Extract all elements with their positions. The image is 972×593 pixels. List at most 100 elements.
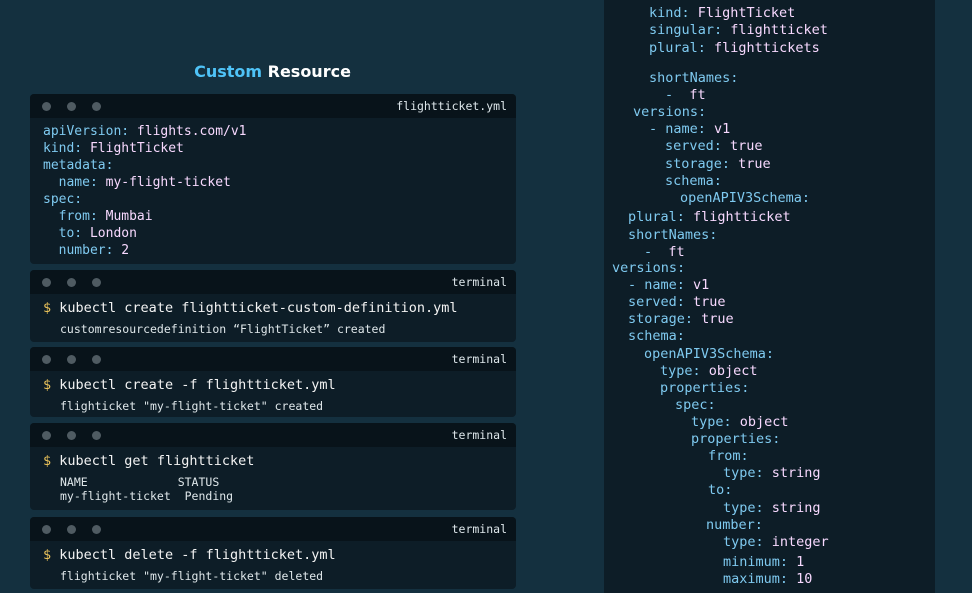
window-maximize-dot[interactable] [92,431,101,440]
crd-line: openAPIV3Schema: [644,346,774,363]
yaml-value: flights.com/v1 [136,124,247,139]
terminal-output-row: my-flight-ticket Pending [60,489,234,503]
prompt-symbol: $ [43,453,52,469]
yaml-key: metadata: [43,158,114,173]
window-minimize-dot[interactable] [67,525,76,534]
crd-key: - name: [628,277,685,293]
terminal-command-line[interactable]: $ kubectl get flightticket [30,447,516,471]
terminal-titlebar: terminal [30,270,516,294]
prompt-symbol: $ [43,547,52,563]
crd-line: number: [706,517,763,534]
crd-value: flighttickets [714,40,820,56]
terminal-title: terminal [451,428,507,442]
crd-key: schema: [665,173,722,189]
crd-key: type: [660,363,701,379]
window-maximize-dot[interactable] [92,102,101,111]
yaml-value: FlightTicket [89,141,184,156]
crd-key: shortNames: [628,227,718,243]
prompt-symbol: $ [43,377,52,393]
terminal-command-line[interactable]: $ kubectl create -f flightticket.yml [30,371,516,395]
terminal-titlebar: terminal [30,347,516,371]
yaml-code-block: apiVersion: flights.com/v1 kind: FlightTi… [30,118,516,259]
yaml-key: name: [58,175,98,190]
crd-line: schema: [628,328,685,345]
yaml-key: number: [58,243,114,258]
crd-value: string [771,465,821,481]
yaml-key: apiVersion: [43,124,130,139]
terminal-output: customresourcedefinition “FlightTicket” … [60,322,386,336]
terminal-titlebar: terminal [30,423,516,447]
yaml-value: 2 [121,243,130,258]
crd-key: from: [708,448,749,464]
crd-key: type: [723,534,764,550]
window-close-dot[interactable] [42,102,51,111]
crd-line: - ft [644,244,685,261]
crd-line: schema: [665,173,722,190]
crd-line: type: string [723,500,821,517]
terminal-output: flighticket "my-flight-ticket" deleted [60,569,324,583]
yaml-line: spec: [43,191,516,208]
crd-line: plural: flightticket [628,209,791,226]
window-minimize-dot[interactable] [67,102,76,111]
window-minimize-dot[interactable] [67,431,76,440]
crd-key: versions: [633,104,707,120]
terminal-command-line[interactable]: $ kubectl create flightticket-custom-def… [30,294,516,318]
page-title-rest: Resource [262,62,351,81]
terminal-titlebar: terminal [30,517,516,541]
yaml-file-window: flightticket.yml apiVersion: flights.com… [30,94,516,264]
crd-value: v1 [714,121,731,137]
window-close-dot[interactable] [42,355,51,364]
yaml-line: to: London [43,225,516,242]
crd-line: versions: [633,104,706,121]
yaml-line: number: 2 [43,242,516,259]
crd-key: type: [691,414,732,430]
terminal-output: flighticket "my-flight-ticket" created [60,399,324,413]
crd-key: openAPIV3Schema: [644,346,775,362]
yaml-key: kind: [43,141,83,156]
terminal-title: terminal [451,352,507,366]
crd-key: properties: [691,431,781,447]
window-close-dot[interactable] [42,278,51,287]
crd-line: type: string [723,465,821,482]
crd-line: singular: flightticket [649,22,828,39]
crd-line: shortNames: [649,70,738,87]
crd-key: type: [723,465,764,481]
crd-line: - name: v1 [628,277,709,294]
crd-line: shortNames: [628,227,717,244]
crd-line: kind: FlightTicket [649,5,795,22]
crd-line: - name: v1 [649,121,730,138]
window-close-dot[interactable] [42,525,51,534]
crd-key: - name: [649,121,706,137]
crd-key: kind: [649,5,690,21]
terminal-title: terminal [451,522,507,536]
window-maximize-dot[interactable] [92,355,101,364]
yaml-line: name: my-flight-ticket [43,174,516,191]
yaml-value: my-flight-ticket [105,175,231,190]
crd-value: integer [771,534,829,550]
crd-key: storage: [665,156,731,172]
window-maximize-dot[interactable] [92,278,101,287]
crd-key: plural: [628,209,685,225]
terminal-command: kubectl create -f flightticket.yml [59,377,336,393]
crd-key: type: [723,500,764,516]
window-minimize-dot[interactable] [67,278,76,287]
terminal-command: kubectl delete -f flightticket.yml [59,547,336,563]
crd-key: number: [706,517,763,533]
terminal-window-1: terminal $ kubectl create flightticket-c… [30,270,516,342]
window-maximize-dot[interactable] [92,525,101,534]
terminal-command-line[interactable]: $ kubectl delete -f flightticket.yml [30,541,516,565]
crd-value: ft [689,87,706,103]
crd-line: type: object [691,414,789,431]
crd-value: flightticket [693,209,791,225]
crd-key: spec: [675,397,716,413]
crd-value: 1 [796,554,805,570]
yaml-key: spec: [43,192,83,207]
crd-key: minimum: [723,554,789,570]
window-minimize-dot[interactable] [67,355,76,364]
crd-key: singular: [649,22,723,38]
crd-line: from: [708,448,749,465]
crd-line: served: true [628,294,726,311]
crd-line: minimum: 1 [723,554,804,571]
window-close-dot[interactable] [42,431,51,440]
crd-key: - [665,87,682,103]
